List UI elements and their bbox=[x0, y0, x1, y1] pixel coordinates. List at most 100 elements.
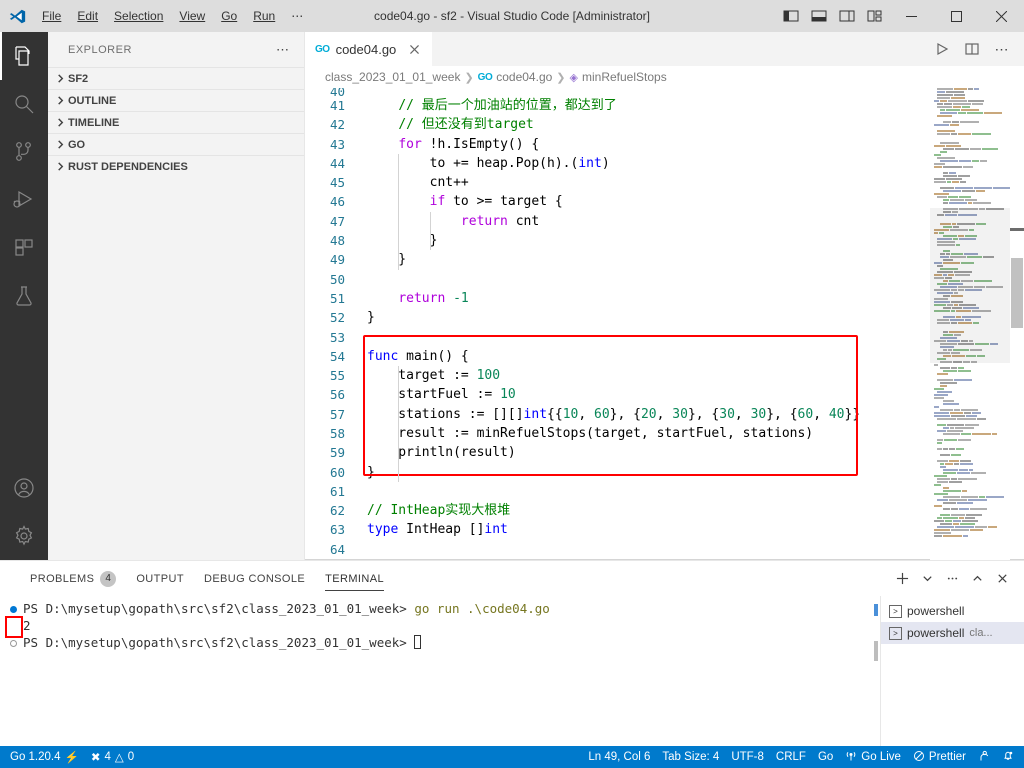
menu-bar[interactable]: File Edit Selection View Go Run ⋯ bbox=[34, 5, 311, 27]
editor-minimap[interactable] bbox=[930, 87, 1010, 561]
new-terminal-icon[interactable] bbox=[890, 567, 914, 591]
code-line[interactable]: 58 result := minRefuelStops(target, star… bbox=[305, 424, 1024, 443]
sidebar-item-go[interactable]: GO bbox=[48, 133, 304, 155]
code-line[interactable]: 42 // 但还没有到target bbox=[305, 115, 1024, 134]
menu-run[interactable]: Run bbox=[245, 5, 283, 27]
activity-run-debug-icon[interactable] bbox=[0, 176, 48, 224]
maximize-panel-chevron-up-icon[interactable] bbox=[965, 567, 989, 591]
panel-more-actions-ellipsis-icon[interactable] bbox=[940, 567, 964, 591]
activity-source-control-icon[interactable] bbox=[0, 128, 48, 176]
sidebar-item-timeline[interactable]: TIMELINE bbox=[48, 111, 304, 133]
minimap-line bbox=[930, 205, 1010, 207]
breadcrumb-item-file[interactable]: GO code04.go bbox=[478, 70, 553, 84]
status-go-version[interactable]: Go 1.20.4 ⚡ bbox=[4, 746, 85, 768]
terminal-list-item-powershell-cla[interactable]: > powershell cla... bbox=[881, 622, 1024, 644]
code-line[interactable]: 40 bbox=[305, 88, 1024, 96]
code-line[interactable]: 55 target := 100 bbox=[305, 366, 1024, 385]
maximize-button[interactable] bbox=[934, 0, 979, 32]
code-line[interactable]: 60} bbox=[305, 463, 1024, 482]
sidebar-header: EXPLORER ⋯ bbox=[48, 32, 304, 67]
code-line[interactable]: 61 bbox=[305, 482, 1024, 501]
menu-edit[interactable]: Edit bbox=[69, 5, 106, 27]
customize-layout-icon[interactable] bbox=[861, 0, 889, 32]
code-line[interactable]: 41 // 最后一个加油站的位置，都达到了 bbox=[305, 96, 1024, 115]
activity-settings-gear-icon[interactable] bbox=[0, 512, 48, 560]
toggle-primary-sidebar-icon[interactable] bbox=[777, 0, 805, 32]
status-go-live[interactable]: Go Live bbox=[839, 746, 907, 768]
close-panel-icon[interactable] bbox=[990, 567, 1014, 591]
code-line[interactable]: 45 cnt++ bbox=[305, 173, 1024, 192]
scrollbar-thumb[interactable] bbox=[1011, 257, 1023, 328]
menu-file[interactable]: File bbox=[34, 5, 69, 27]
code-lines-container[interactable]: 40 41 // 最后一个加油站的位置，都达到了 42 // 但还没有到target… bbox=[305, 88, 1024, 561]
status-language-mode[interactable]: Go bbox=[812, 746, 839, 768]
sidebar-item-outline[interactable]: OUTLINE bbox=[48, 89, 304, 111]
terminal-output[interactable]: PS D:\mysetup\gopath\src\sf2\class_2023_… bbox=[0, 596, 880, 746]
activity-accounts-icon[interactable] bbox=[0, 464, 48, 512]
status-editor-position[interactable]: Ln 49, Col 6 bbox=[582, 746, 656, 768]
menu-more[interactable]: ⋯ bbox=[283, 5, 311, 27]
panel-tab-output[interactable]: OUTPUT bbox=[126, 561, 194, 596]
activity-search-icon[interactable] bbox=[0, 80, 48, 128]
menu-view[interactable]: View bbox=[171, 5, 213, 27]
toggle-panel-icon[interactable] bbox=[805, 0, 833, 32]
sidebar-more-actions-icon[interactable]: ⋯ bbox=[270, 42, 296, 58]
split-editor-right-icon[interactable] bbox=[958, 35, 986, 63]
panel-tab-problems[interactable]: PROBLEMS 4 bbox=[20, 561, 126, 596]
toggle-secondary-sidebar-icon[interactable] bbox=[833, 0, 861, 32]
code-line[interactable]: 46 if to >= target { bbox=[305, 192, 1024, 211]
breadcrumb-separator: ❯ bbox=[556, 71, 566, 84]
code-line[interactable]: 47 return cnt bbox=[305, 212, 1024, 231]
terminal-list-item-powershell[interactable]: > powershell bbox=[881, 600, 1024, 622]
code-line[interactable]: 49 } bbox=[305, 250, 1024, 269]
status-problems[interactable]: ✖ 4 △ 0 bbox=[85, 746, 140, 768]
terminal-scrollbar[interactable] bbox=[870, 596, 880, 746]
code-line[interactable]: 62 // IntHeap实现大根堆 bbox=[305, 501, 1024, 520]
code-line[interactable]: 54 func main() { bbox=[305, 347, 1024, 366]
code-line[interactable]: 43 for !h.IsEmpty() { bbox=[305, 135, 1024, 154]
code-line[interactable]: 57 stations := [][]int{{10, 60}, {20, 30… bbox=[305, 405, 1024, 424]
status-encoding[interactable]: UTF-8 bbox=[725, 746, 770, 768]
minimize-button[interactable] bbox=[889, 0, 934, 32]
minimap-line bbox=[930, 372, 1010, 375]
tab-close-icon[interactable] bbox=[406, 41, 422, 57]
code-line[interactable]: 64 bbox=[305, 540, 1024, 559]
activity-extensions-icon[interactable] bbox=[0, 224, 48, 272]
breadcrumb-item-symbol[interactable]: ◈ minRefuelStops bbox=[570, 70, 667, 84]
status-indentation[interactable]: Tab Size: 4 bbox=[656, 746, 725, 768]
code-line[interactable]: 44 to += heap.Pop(h).(int) bbox=[305, 154, 1024, 173]
activity-explorer-icon[interactable] bbox=[0, 32, 48, 80]
code-editor[interactable]: 40 41 // 最后一个加油站的位置，都达到了 42 // 但还没有到target… bbox=[305, 87, 1024, 561]
panel-tab-debug-console[interactable]: DEBUG CONSOLE bbox=[194, 561, 315, 596]
run-code-icon[interactable] bbox=[928, 35, 956, 63]
code-line[interactable]: 65func (h IntHeap) Len() int { bbox=[305, 559, 1024, 561]
sidebar-item-sf2[interactable]: SF2 bbox=[48, 67, 304, 89]
breadcrumb-item-folder[interactable]: class_2023_01_01_week bbox=[325, 70, 460, 84]
code-line[interactable]: 53 bbox=[305, 328, 1024, 347]
activity-testing-icon[interactable] bbox=[0, 272, 48, 320]
status-prettier[interactable]: Prettier bbox=[907, 746, 972, 768]
menu-go[interactable]: Go bbox=[213, 5, 245, 27]
window-controls[interactable] bbox=[777, 0, 1024, 32]
minimap-slider[interactable] bbox=[930, 207, 1010, 363]
code-line[interactable]: 59 println(result) bbox=[305, 443, 1024, 462]
code-line[interactable]: 48 } bbox=[305, 231, 1024, 250]
editor-vertical-scrollbar[interactable] bbox=[1010, 88, 1024, 560]
panel-tab-terminal[interactable]: TERMINAL bbox=[315, 561, 394, 596]
code-line[interactable]: 56 startFuel := 10 bbox=[305, 385, 1024, 404]
sidebar-item-rust-dependencies[interactable]: RUST DEPENDENCIES bbox=[48, 155, 304, 177]
status-notifications[interactable] bbox=[996, 746, 1020, 768]
code-line[interactable]: 51 return -1 bbox=[305, 289, 1024, 308]
code-line[interactable]: 50 bbox=[305, 270, 1024, 289]
tab-code04-go[interactable]: GO code04.go bbox=[305, 32, 434, 67]
terminal-dropdown-chevron-down-icon[interactable] bbox=[915, 567, 939, 591]
status-eol[interactable]: CRLF bbox=[770, 746, 812, 768]
status-feedback[interactable] bbox=[972, 746, 996, 768]
terminal-instance-list[interactable]: > powershell > powershell cla... bbox=[880, 596, 1024, 746]
code-line[interactable]: 63 type IntHeap []int bbox=[305, 520, 1024, 539]
code-line[interactable]: 52} bbox=[305, 308, 1024, 327]
menu-selection[interactable]: Selection bbox=[106, 5, 171, 27]
close-button[interactable] bbox=[979, 0, 1024, 32]
editor-more-actions-icon[interactable]: ⋯ bbox=[988, 35, 1016, 63]
activity-bar[interactable] bbox=[0, 32, 48, 560]
